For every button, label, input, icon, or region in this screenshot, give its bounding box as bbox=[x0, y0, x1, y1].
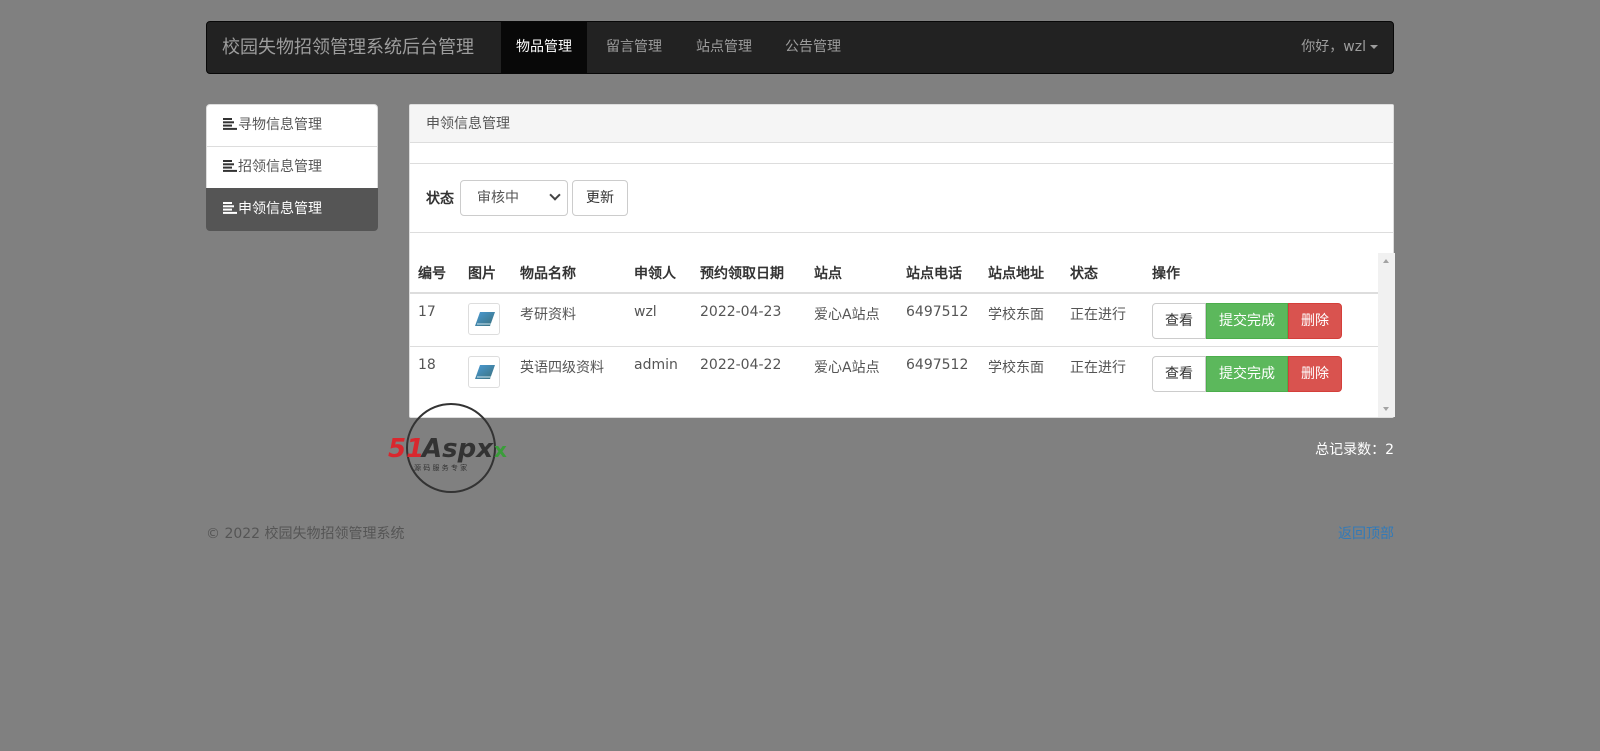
scroll-up-arrow-icon[interactable] bbox=[1383, 259, 1389, 263]
cell-actions: 查看 提交完成 删除 bbox=[1144, 346, 1378, 399]
cell-id: 18 bbox=[418, 356, 436, 373]
nav-item-messages[interactable]: 留言管理 bbox=[606, 22, 662, 73]
sidebar: 寻物信息管理 招领信息管理 申领信息管理 bbox=[206, 104, 378, 231]
cell-claimant: wzl bbox=[626, 293, 692, 347]
panel-title: 申领信息管理 bbox=[410, 105, 1393, 143]
claim-panel: 申领信息管理 状态 审核中 更新 编号 图片 物品名称 申领人 预约领取日期 站… bbox=[409, 104, 1395, 418]
col-header-address: 站点地址 bbox=[980, 253, 1062, 294]
svg-text:Aspx: Aspx bbox=[420, 434, 494, 464]
status-select[interactable]: 审核中 bbox=[460, 180, 568, 216]
cell-actions: 查看 提交完成 删除 bbox=[1144, 293, 1378, 347]
table-row: 18 英语四级资料 admin 2022-04-22 爱心A站点 6497512… bbox=[410, 346, 1378, 399]
cell-phone: 6497512 bbox=[906, 356, 969, 373]
sidebar-item-label: 申领信息管理 bbox=[238, 201, 322, 217]
caret-down-icon bbox=[1370, 45, 1378, 49]
col-header-image: 图片 bbox=[460, 253, 512, 294]
cell-phone: 6497512 bbox=[898, 293, 980, 347]
user-greeting: 你好，wzl bbox=[1301, 39, 1366, 55]
cell-status: 正在进行 bbox=[1062, 293, 1144, 347]
cell-address: 学校东面 bbox=[988, 359, 1044, 376]
cell-site: 爱心A站点 bbox=[814, 359, 880, 376]
status-filter-label: 状态 bbox=[426, 191, 454, 207]
svg-text:源 码 服 务 专 家: 源 码 服 务 专 家 bbox=[414, 463, 467, 472]
claim-table-container: 编号 图片 物品名称 申领人 预约领取日期 站点 站点电话 站点地址 状态 操作… bbox=[410, 253, 1395, 417]
col-header-actions: 操作 bbox=[1144, 253, 1378, 294]
svg-text:51: 51 bbox=[388, 434, 424, 464]
user-menu[interactable]: 你好，wzl bbox=[1301, 22, 1378, 73]
chevron-down-icon bbox=[549, 189, 561, 201]
cell-id: 17 bbox=[410, 293, 460, 347]
watermark-logo: 51 Aspx x 源 码 服 务 专 家 bbox=[388, 403, 507, 493]
back-to-top-link[interactable]: 返回顶部 bbox=[1338, 523, 1394, 543]
delete-button[interactable]: 删除 bbox=[1288, 303, 1342, 339]
submit-complete-button[interactable]: 提交完成 bbox=[1206, 355, 1288, 392]
delete-button[interactable]: 删除 bbox=[1288, 355, 1342, 392]
status-select-value: 审核中 bbox=[477, 190, 519, 206]
sidebar-item-label: 寻物信息管理 bbox=[238, 117, 322, 133]
table-row: 17 考研资料 wzl 2022-04-23 爱心A站点 6497512 学校东… bbox=[410, 293, 1378, 347]
item-thumbnail[interactable] bbox=[468, 303, 500, 335]
col-header-id: 编号 bbox=[410, 253, 460, 294]
nav-item-sites[interactable]: 站点管理 bbox=[696, 22, 752, 73]
image-icon bbox=[475, 364, 495, 379]
sidebar-item-lost-info[interactable]: 寻物信息管理 bbox=[206, 104, 378, 147]
col-header-phone: 站点电话 bbox=[898, 253, 980, 294]
claim-table: 编号 图片 物品名称 申领人 预约领取日期 站点 站点电话 站点地址 状态 操作… bbox=[410, 253, 1378, 399]
image-icon bbox=[475, 312, 495, 326]
submit-complete-button[interactable]: 提交完成 bbox=[1206, 303, 1288, 339]
col-header-site: 站点 bbox=[806, 253, 898, 294]
scroll-down-arrow-icon[interactable] bbox=[1383, 407, 1389, 411]
col-header-status: 状态 bbox=[1062, 253, 1144, 294]
svg-text:x: x bbox=[494, 438, 507, 462]
cell-image bbox=[460, 346, 512, 399]
view-button[interactable]: 查看 bbox=[1152, 355, 1206, 392]
cell-date: 2022-04-23 bbox=[692, 293, 806, 347]
list-icon bbox=[223, 118, 237, 130]
cell-status: 正在进行 bbox=[1070, 359, 1126, 376]
nav-item-items[interactable]: 物品管理 bbox=[501, 22, 587, 73]
filter-bar: 状态 审核中 更新 bbox=[410, 163, 1393, 233]
nav-item-notices[interactable]: 公告管理 bbox=[785, 22, 841, 73]
cell-site: 爱心A站点 bbox=[806, 293, 898, 347]
table-scrollbar[interactable] bbox=[1378, 253, 1395, 417]
item-thumbnail[interactable] bbox=[468, 355, 500, 388]
cell-claimant: admin bbox=[634, 356, 678, 373]
col-header-name: 物品名称 bbox=[512, 253, 626, 294]
list-icon bbox=[223, 160, 237, 172]
table-header-row: 编号 图片 物品名称 申领人 预约领取日期 站点 站点电话 站点地址 状态 操作 bbox=[410, 253, 1378, 294]
cell-item-name: 考研资料 bbox=[512, 293, 626, 347]
cell-address: 学校东面 bbox=[980, 293, 1062, 347]
sidebar-item-label: 招领信息管理 bbox=[238, 159, 322, 175]
sidebar-item-claim-info[interactable]: 申领信息管理 bbox=[206, 188, 378, 231]
cell-date: 2022-04-22 bbox=[700, 356, 782, 373]
top-navbar: 校园失物招领管理系统后台管理 物品管理 留言管理 站点管理 公告管理 你好，wz… bbox=[206, 21, 1394, 74]
sidebar-item-found-info[interactable]: 招领信息管理 bbox=[206, 146, 378, 189]
total-records: 总记录数：2 bbox=[1315, 442, 1394, 458]
col-header-claimant: 申领人 bbox=[626, 253, 692, 294]
footer-copyright: © 2022 校园失物招领管理系统 bbox=[206, 526, 405, 542]
cell-item-name: 英语四级资料 bbox=[520, 359, 604, 376]
brand-title[interactable]: 校园失物招领管理系统后台管理 bbox=[222, 22, 474, 73]
view-button[interactable]: 查看 bbox=[1152, 303, 1206, 339]
col-header-date: 预约领取日期 bbox=[692, 253, 806, 294]
refresh-button[interactable]: 更新 bbox=[572, 180, 628, 216]
cell-image bbox=[460, 293, 512, 347]
list-icon bbox=[223, 202, 237, 214]
